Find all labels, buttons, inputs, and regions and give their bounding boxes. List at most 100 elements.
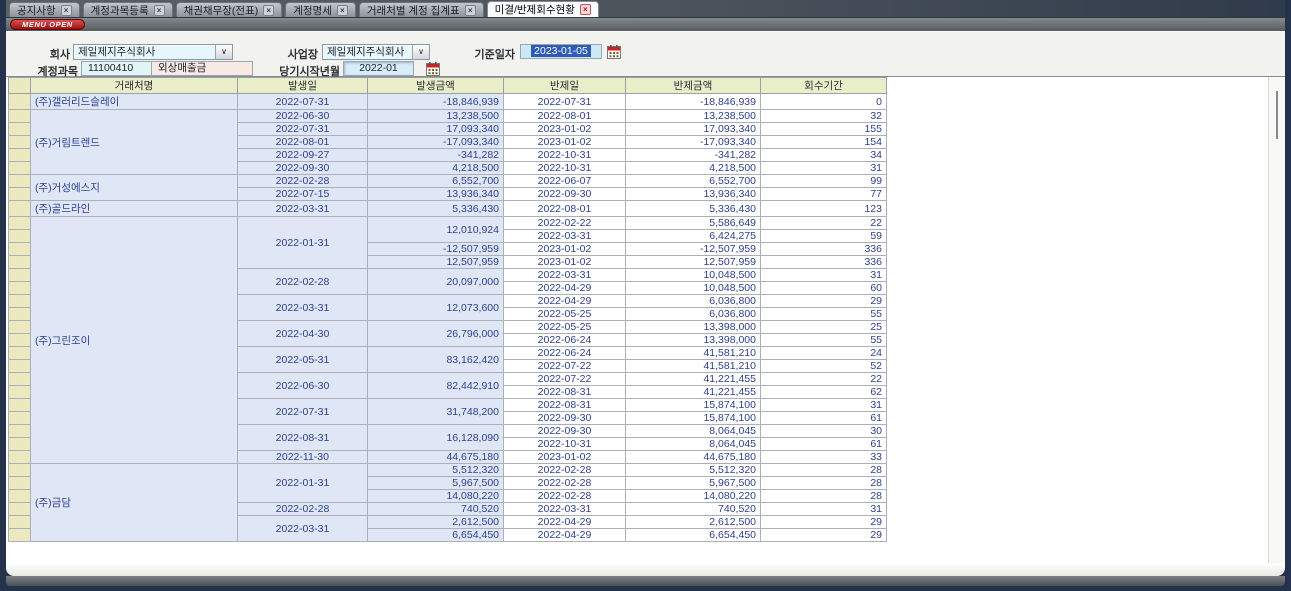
tab-0[interactable]: 공지사항× [9, 2, 80, 17]
calendar-icon[interactable] [426, 62, 440, 76]
issue-date-cell[interactable]: 2022-08-31 [238, 425, 368, 451]
settle-amount-cell[interactable]: 41,581,210 [626, 360, 761, 373]
collect-days-cell[interactable]: 33 [761, 451, 887, 464]
row-selector-cell[interactable] [9, 529, 31, 542]
row-selector-cell[interactable] [9, 386, 31, 399]
row-selector-cell[interactable] [9, 94, 31, 110]
issue-amount-cell[interactable]: 17,093,340 [368, 123, 504, 136]
issue-amount-cell[interactable]: 13,936,340 [368, 188, 504, 201]
issue-amount-cell[interactable]: 44,675,180 [368, 451, 504, 464]
settle-date-cell[interactable]: 2022-10-31 [504, 438, 626, 451]
issue-date-cell[interactable]: 2022-05-31 [238, 347, 368, 373]
settle-date-cell[interactable]: 2022-02-28 [504, 477, 626, 490]
row-selector-cell[interactable] [9, 373, 31, 386]
settle-amount-cell[interactable]: 2,612,500 [626, 516, 761, 529]
collect-days-cell[interactable]: 55 [761, 334, 887, 347]
collect-days-cell[interactable]: 60 [761, 282, 887, 295]
collect-days-cell[interactable]: 61 [761, 438, 887, 451]
account-name-input[interactable]: 외상매출금 [151, 61, 253, 76]
issue-amount-cell[interactable]: -18,846,939 [368, 94, 504, 110]
settle-date-cell[interactable]: 2022-06-24 [504, 334, 626, 347]
settle-amount-cell[interactable]: 5,336,430 [626, 201, 761, 217]
company-select[interactable]: 제일제지주식회사 ∨ [73, 44, 233, 60]
site-select[interactable]: 제일제지주식회사 ∨ [322, 44, 430, 60]
issue-amount-cell[interactable]: 5,967,500 [368, 477, 504, 490]
collect-days-cell[interactable]: 30 [761, 425, 887, 438]
collect-days-cell[interactable]: 28 [761, 464, 887, 477]
row-selector-cell[interactable] [9, 175, 31, 188]
issue-amount-cell[interactable]: 740,520 [368, 503, 504, 516]
close-icon[interactable]: × [61, 5, 72, 16]
settle-amount-cell[interactable]: 12,507,959 [626, 256, 761, 269]
customer-name-cell[interactable]: (주)갤러리드슬레이 [31, 94, 238, 110]
row-selector-cell[interactable] [9, 201, 31, 217]
settle-date-cell[interactable]: 2022-07-31 [504, 94, 626, 110]
row-selector-cell[interactable] [9, 334, 31, 347]
settle-date-cell[interactable]: 2022-05-25 [504, 321, 626, 334]
settle-date-cell[interactable]: 2022-08-01 [504, 201, 626, 217]
issue-date-cell[interactable]: 2022-01-31 [238, 217, 368, 269]
row-selector-cell[interactable] [9, 308, 31, 321]
settle-date-cell[interactable]: 2022-08-31 [504, 399, 626, 412]
settle-amount-cell[interactable]: 6,036,800 [626, 308, 761, 321]
collect-days-cell[interactable]: 24 [761, 347, 887, 360]
settle-amount-cell[interactable]: 5,586,649 [626, 217, 761, 230]
collect-days-cell[interactable]: 61 [761, 412, 887, 425]
issue-date-cell[interactable]: 2022-03-31 [238, 201, 368, 217]
row-selector-cell[interactable] [9, 412, 31, 425]
customer-name-cell[interactable]: (주)그린조이 [31, 217, 238, 464]
settle-date-cell[interactable]: 2022-02-28 [504, 490, 626, 503]
issue-date-cell[interactable]: 2022-06-30 [238, 110, 368, 123]
row-selector-cell[interactable] [9, 136, 31, 149]
close-icon[interactable]: × [263, 5, 274, 16]
collect-days-cell[interactable]: 28 [761, 490, 887, 503]
row-selector-cell[interactable] [9, 217, 31, 230]
issue-date-cell[interactable]: 2022-04-30 [238, 321, 368, 347]
settle-amount-cell[interactable]: 6,036,800 [626, 295, 761, 308]
settle-date-cell[interactable]: 2022-04-29 [504, 282, 626, 295]
settle-date-cell[interactable]: 2022-04-29 [504, 529, 626, 542]
settle-amount-cell[interactable]: 41,581,210 [626, 347, 761, 360]
row-selector-cell[interactable] [9, 123, 31, 136]
settle-amount-cell[interactable]: 4,218,500 [626, 162, 761, 175]
settle-amount-cell[interactable]: -12,507,959 [626, 243, 761, 256]
row-selector-cell[interactable] [9, 230, 31, 243]
issue-amount-cell[interactable]: 5,336,430 [368, 201, 504, 217]
issue-amount-cell[interactable]: 6,654,450 [368, 529, 504, 542]
settle-date-cell[interactable]: 2022-10-31 [504, 149, 626, 162]
settle-amount-cell[interactable]: 10,048,500 [626, 269, 761, 282]
collect-days-cell[interactable]: 77 [761, 188, 887, 201]
tab-5[interactable]: 미결/반제회수현황× [487, 1, 599, 17]
issue-amount-cell[interactable]: 83,162,420 [368, 347, 504, 373]
chevron-down-icon[interactable]: ∨ [412, 45, 429, 59]
settle-amount-cell[interactable]: 17,093,340 [626, 123, 761, 136]
collect-days-cell[interactable]: 34 [761, 149, 887, 162]
collect-days-cell[interactable]: 52 [761, 360, 887, 373]
settle-date-cell[interactable]: 2022-06-07 [504, 175, 626, 188]
collect-days-cell[interactable]: 31 [761, 503, 887, 516]
row-selector-cell[interactable] [9, 149, 31, 162]
menu-open-button[interactable]: MENU OPEN [10, 19, 85, 30]
issue-date-cell[interactable]: 2022-07-15 [238, 188, 368, 201]
settle-date-cell[interactable]: 2022-03-31 [504, 503, 626, 516]
issue-date-cell[interactable]: 2022-02-28 [238, 269, 368, 295]
row-selector-cell[interactable] [9, 516, 31, 529]
settle-date-cell[interactable]: 2023-01-02 [504, 243, 626, 256]
collect-days-cell[interactable]: 55 [761, 308, 887, 321]
start-month-input[interactable]: 2022-01 [343, 61, 414, 76]
settle-date-cell[interactable]: 2022-07-22 [504, 373, 626, 386]
issue-date-cell[interactable]: 2022-02-28 [238, 503, 368, 516]
collect-days-cell[interactable]: 29 [761, 516, 887, 529]
issue-date-cell[interactable]: 2022-02-28 [238, 175, 368, 188]
issue-amount-cell[interactable]: 16,128,090 [368, 425, 504, 451]
settle-date-cell[interactable]: 2022-02-22 [504, 217, 626, 230]
settle-date-cell[interactable]: 2022-04-29 [504, 295, 626, 308]
issue-date-cell[interactable]: 2022-09-30 [238, 162, 368, 175]
settle-date-cell[interactable]: 2022-09-30 [504, 425, 626, 438]
calendar-icon[interactable] [607, 45, 621, 59]
tab-2[interactable]: 채권채무장(전표)× [176, 2, 283, 17]
settle-amount-cell[interactable]: 740,520 [626, 503, 761, 516]
collect-days-cell[interactable]: 154 [761, 136, 887, 149]
settle-amount-cell[interactable]: 10,048,500 [626, 282, 761, 295]
collect-days-cell[interactable]: 29 [761, 529, 887, 542]
